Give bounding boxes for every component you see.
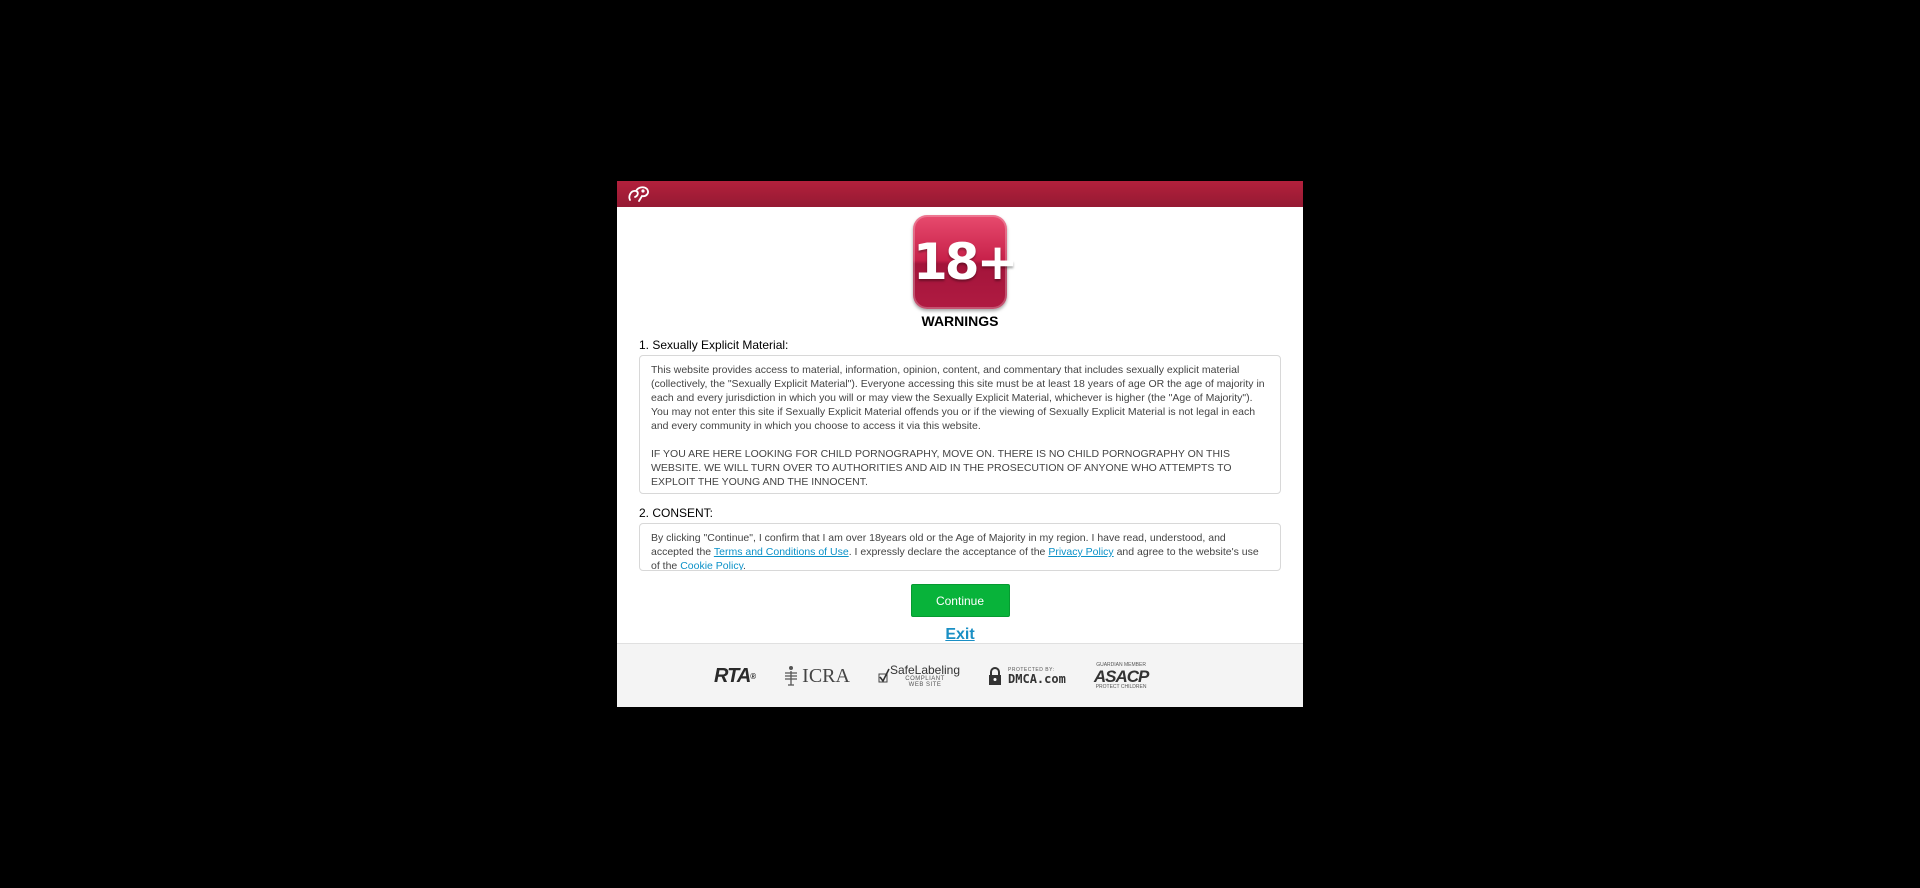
explicit-paragraph-1: This website provides access to material… [651, 364, 1265, 432]
safelabeling-logo[interactable]: SafeLabeling COMPLIANT WEB SITE [878, 664, 960, 688]
brand-logo-icon [628, 186, 649, 202]
continue-wrap: Continue [617, 584, 1303, 617]
rta-text: RTA [714, 664, 751, 687]
consent-text-2: . I expressly declare the acceptance of … [848, 546, 1049, 558]
exit-link[interactable]: Exit [945, 626, 974, 643]
rta-reg: ® [750, 671, 756, 681]
icra-mark-icon [785, 666, 798, 686]
dmca-main: DMCA.com [1008, 671, 1066, 686]
explicit-material-text-box[interactable]: This website provides access to material… [639, 355, 1281, 494]
exit-wrap: Exit [617, 626, 1303, 644]
asacp-logo[interactable]: GUARDIAN MEMBER ASACP PROTECT CHILDREN [1093, 662, 1150, 690]
checkmark-icon [878, 668, 890, 683]
lock-icon [989, 667, 1002, 685]
privacy-policy-link[interactable]: Privacy Policy [1048, 546, 1113, 558]
asacp-bottom: PROTECT CHILDREN [1095, 683, 1147, 690]
safelabeling-sub2: WEB SITE [908, 682, 942, 688]
continue-button[interactable]: Continue [910, 584, 1010, 617]
dmca-logo[interactable]: PROTECTED BY: DMCA.com [988, 667, 1066, 685]
footer-logos: RTA ® ICRA SafeLabeling COMPLIANT WEB SIT… [714, 660, 1176, 692]
age-18-badge: 18+ [913, 215, 1018, 309]
cookie-policy-link[interactable]: Cookie Policy [680, 560, 743, 570]
trust-badges-footer: RTA ® ICRA SafeLabeling COMPLIANT WEB SIT… [617, 643, 1303, 707]
age-badge-wrap: 18+ [617, 215, 1303, 309]
rta-logo[interactable]: RTA ® [714, 664, 756, 688]
asacp-main: ASACP [1093, 666, 1150, 686]
icra-text: ICRA [802, 664, 850, 687]
age-verification-modal: 18+ WARNINGS 1. Sexually Explicit Materi… [617, 181, 1303, 707]
consent-text-box[interactable]: By clicking "Continue", I confirm that I… [639, 523, 1281, 571]
icra-logo[interactable]: ICRA [783, 665, 850, 688]
warnings-title: WARNINGS [921, 313, 999, 329]
dmca-text: PROTECTED BY: DMCA.com [1008, 667, 1066, 686]
consent-text-4: . [743, 560, 746, 571]
safelabeling-text: SafeLabeling COMPLIANT WEB SITE [890, 664, 960, 688]
modal-header [617, 181, 1303, 207]
section-consent-label: 2. CONSENT: [639, 506, 714, 520]
safelabeling-main: SafeLabeling [889, 663, 961, 677]
section-explicit-label: 1. Sexually Explicit Material: [639, 338, 789, 352]
explicit-paragraph-2: IF YOU ARE HERE LOOKING FOR CHILD PORNOG… [651, 448, 1232, 488]
terms-link[interactable]: Terms and Conditions of Use [714, 546, 849, 558]
